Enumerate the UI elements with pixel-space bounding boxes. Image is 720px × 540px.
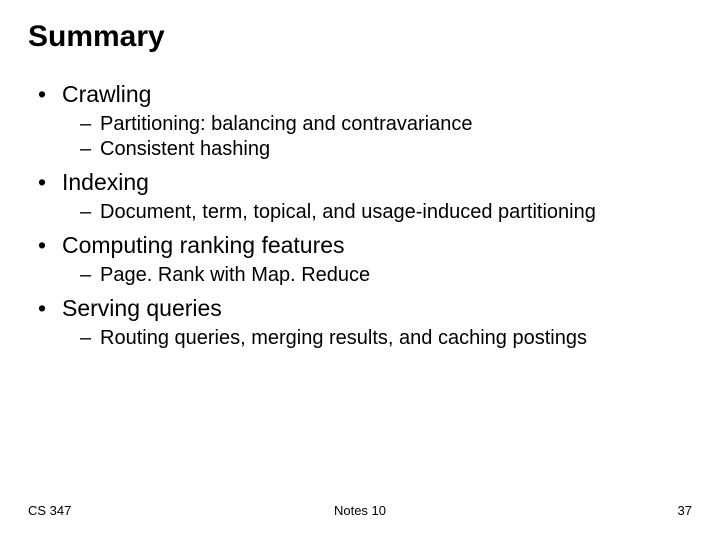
- list-item: Indexing Document, term, topical, and us…: [36, 168, 692, 225]
- page-title: Summary: [28, 20, 692, 54]
- list-item-label: Crawling: [62, 81, 151, 107]
- footer-left: CS 347: [28, 503, 71, 518]
- sub-list-item: Consistent hashing: [80, 137, 692, 162]
- sub-list-item: Routing queries, merging results, and ca…: [80, 326, 692, 351]
- footer: CS 347 Notes 10 37: [0, 503, 720, 518]
- bullet-list: Crawling Partitioning: balancing and con…: [28, 80, 692, 351]
- list-item: Crawling Partitioning: balancing and con…: [36, 80, 692, 162]
- list-item-label: Computing ranking features: [62, 232, 345, 258]
- list-item: Serving queries Routing queries, merging…: [36, 294, 692, 351]
- slide: Summary Crawling Partitioning: balancing…: [0, 0, 720, 540]
- list-item: Computing ranking features Page. Rank wi…: [36, 231, 692, 288]
- sub-list: Page. Rank with Map. Reduce: [62, 263, 692, 288]
- sub-list: Document, term, topical, and usage-induc…: [62, 200, 692, 225]
- footer-right: 37: [678, 503, 692, 518]
- footer-center: Notes 10: [334, 503, 386, 518]
- list-item-label: Indexing: [62, 169, 149, 195]
- list-item-label: Serving queries: [62, 295, 222, 321]
- sub-list-item: Partitioning: balancing and contravarian…: [80, 112, 692, 137]
- sub-list: Routing queries, merging results, and ca…: [62, 326, 692, 351]
- sub-list-item: Page. Rank with Map. Reduce: [80, 263, 692, 288]
- sub-list: Partitioning: balancing and contravarian…: [62, 112, 692, 162]
- sub-list-item: Document, term, topical, and usage-induc…: [80, 200, 692, 225]
